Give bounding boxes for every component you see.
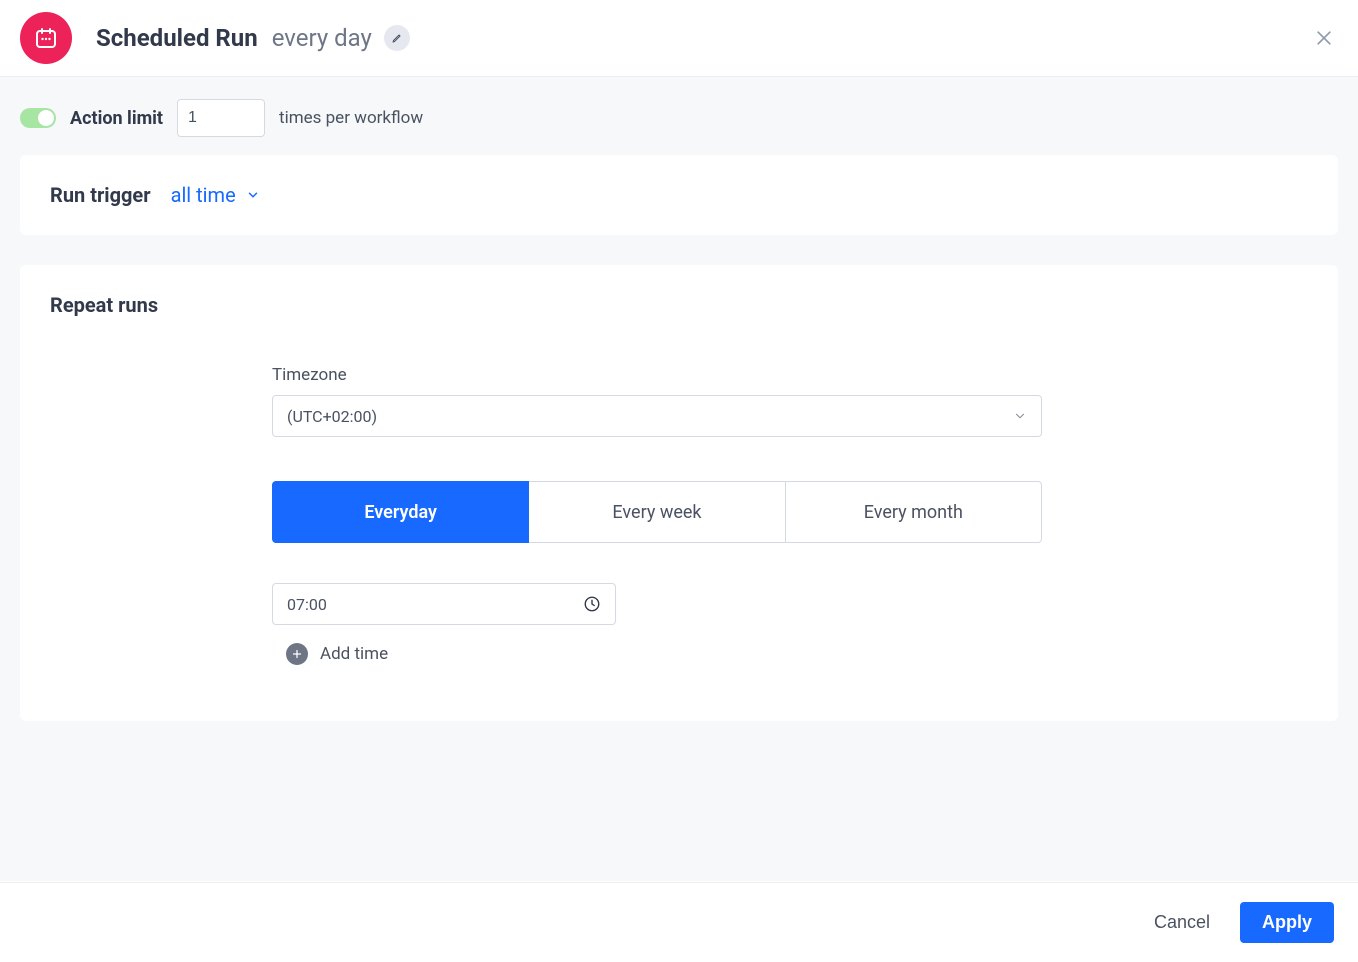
chevron-down-icon <box>1013 409 1027 423</box>
cancel-button[interactable]: Cancel <box>1148 911 1216 934</box>
tab-every-month[interactable]: Every month <box>786 481 1042 543</box>
edit-title-button[interactable] <box>384 25 410 51</box>
dialog-header: Scheduled Run every day <box>0 0 1358 77</box>
dialog-title: Scheduled Run <box>96 24 258 52</box>
run-trigger-dropdown[interactable]: all time <box>171 183 260 207</box>
calendar-badge-icon <box>20 12 72 64</box>
timezone-value: (UTC+02:00) <box>287 407 377 426</box>
plus-icon <box>291 648 303 660</box>
action-limit-row: Action limit times per workflow <box>20 95 1338 155</box>
dialog-body: Action limit times per workflow Run trig… <box>0 77 1358 881</box>
dialog-footer: Cancel Apply <box>0 882 1358 962</box>
run-trigger-value: all time <box>171 183 236 207</box>
add-time-button[interactable]: Add time <box>272 643 1042 665</box>
dialog-subtitle: every day <box>272 24 372 52</box>
plus-circle-icon <box>286 643 308 665</box>
chevron-down-icon <box>246 188 260 202</box>
repeat-runs-card: Repeat runs Timezone (UTC+02:00) Everyda… <box>20 265 1338 721</box>
tab-every-week[interactable]: Every week <box>529 481 785 543</box>
run-trigger-card: Run trigger all time <box>20 155 1338 235</box>
action-limit-toggle[interactable] <box>20 108 56 128</box>
close-icon <box>1314 28 1334 48</box>
timezone-label: Timezone <box>272 365 1042 385</box>
tab-everyday[interactable]: Everyday <box>272 481 529 543</box>
time-input[interactable]: 07:00 <box>272 583 616 625</box>
run-trigger-label: Run trigger <box>50 183 151 207</box>
timezone-select[interactable]: (UTC+02:00) <box>272 395 1042 437</box>
apply-button[interactable]: Apply <box>1240 902 1334 943</box>
add-time-label: Add time <box>320 644 388 664</box>
pencil-icon <box>391 32 403 44</box>
time-value: 07:00 <box>287 595 327 614</box>
action-limit-suffix: times per workflow <box>279 108 423 128</box>
close-button[interactable] <box>1310 24 1338 52</box>
calendar-icon <box>34 26 58 50</box>
repeat-runs-title: Repeat runs <box>50 293 1308 317</box>
action-limit-input[interactable] <box>177 99 265 137</box>
action-limit-label: Action limit <box>70 108 163 129</box>
frequency-segment: Everyday Every week Every month <box>272 481 1042 543</box>
clock-icon <box>583 595 601 613</box>
